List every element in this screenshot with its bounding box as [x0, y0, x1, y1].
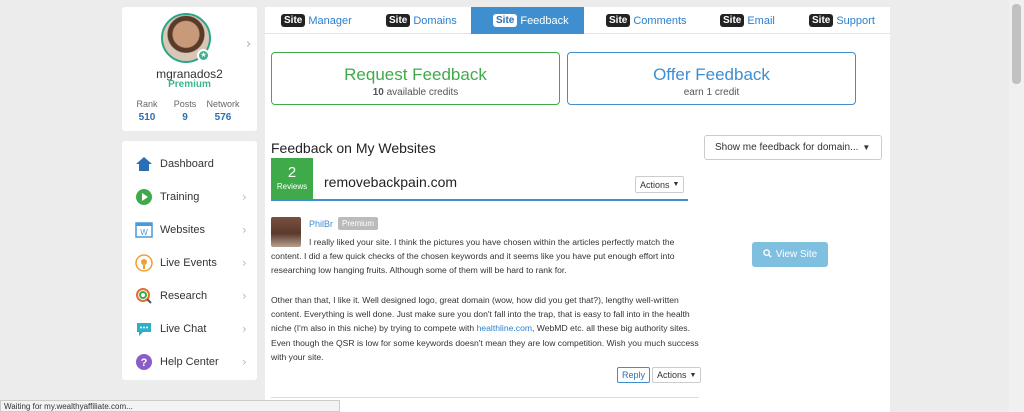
tab-label: Feedback [520, 14, 569, 27]
sidebar-item-label: Research [160, 290, 208, 302]
comment-paragraph: Other than that, I like it. Well designe… [271, 293, 701, 364]
commenter-badge: Premium [338, 217, 379, 230]
help-icon: ? [135, 353, 153, 371]
sidebar-item-label: Websites [160, 224, 206, 236]
actions-label: Actions [657, 370, 687, 380]
caret-down-icon: ▼ [672, 181, 680, 188]
page-scrollbar[interactable] [1009, 0, 1024, 412]
sidebar-nav: Dashboard Training › W Websites › Live E… [122, 141, 257, 380]
tab-label: Comments [633, 14, 687, 27]
stat-value[interactable]: 576 [203, 112, 243, 123]
request-feedback-button[interactable]: Request Feedback 10 available credits [271, 52, 560, 105]
profile-card: ★ › mgranados2 Premium Rank 510 Posts 9 … [122, 7, 257, 131]
search-icon [762, 248, 772, 261]
home-icon [135, 155, 153, 173]
stat-value[interactable]: 9 [165, 112, 205, 123]
chevron-right-icon: › [242, 289, 247, 303]
sidebar-item-label: Live Events [160, 257, 217, 269]
site-pill: Site [281, 14, 306, 27]
site-pill: Site [493, 14, 518, 27]
chevron-right-icon: › [242, 256, 247, 270]
svg-text:?: ? [141, 357, 148, 369]
stat-rank: Rank 510 [127, 99, 167, 123]
reviews-label: Reviews [276, 182, 308, 191]
chevron-right-icon: › [242, 355, 247, 369]
scrollbar-thumb[interactable] [1012, 4, 1021, 84]
caret-down-icon: ▼ [689, 371, 697, 379]
chevron-right-icon: › [242, 190, 247, 204]
tab-label: Manager [308, 14, 352, 27]
stat-value[interactable]: 510 [127, 112, 167, 123]
request-feedback-title: Request Feedback [344, 65, 487, 84]
reply-button[interactable]: Reply [617, 367, 651, 383]
site-pill: Site [809, 14, 834, 27]
offer-feedback-title: Offer Feedback [653, 65, 770, 84]
comment-link[interactable]: healthline.com [477, 323, 532, 333]
sidebar-item-label: Training [160, 191, 200, 203]
tab-feedback[interactable]: Site Feedback [471, 7, 584, 34]
view-site-button[interactable]: View Site [752, 242, 828, 267]
site-tabs: Site Manager Site Domains Site Feedback … [265, 7, 890, 34]
tab-manager[interactable]: Site Manager [281, 7, 352, 34]
comment-actions-button[interactable]: Actions ▼ [652, 367, 702, 383]
site-pill: Site [720, 14, 745, 27]
reviews-count-box: 2 Reviews [271, 158, 313, 200]
play-icon [135, 188, 153, 206]
sidebar-item-research[interactable]: Research › [122, 280, 257, 312]
site-pill: Site [386, 14, 411, 27]
stat-network: Network 576 [203, 99, 243, 123]
sidebar-item-live-events[interactable]: Live Events › [122, 247, 257, 279]
credits-label: available credits [383, 87, 459, 98]
main-panel: Site Manager Site Domains Site Feedback … [265, 7, 890, 412]
chevron-right-icon[interactable]: › [246, 37, 251, 52]
sidebar-item-label: Help Center [160, 356, 219, 368]
section-title: Feedback on My Websites [271, 140, 436, 156]
credits-count: 10 [372, 87, 384, 98]
sidebar-item-label: Dashboard [160, 158, 214, 170]
credits-text: 10 available credits [272, 87, 559, 98]
comment-paragraph: I really liked your site. I think the pi… [271, 237, 675, 276]
tab-label: Email [747, 14, 775, 27]
tab-label: Domains [413, 14, 457, 27]
website-domain[interactable]: removebackpain.com [324, 174, 457, 190]
stat-posts: Posts 9 [165, 99, 205, 123]
commenter-name[interactable]: PhilBr [309, 219, 333, 229]
chevron-right-icon: › [242, 223, 247, 237]
tab-support[interactable]: Site Support [809, 7, 875, 34]
browser-status-bar: Waiting for my.wealthyaffiliate.com... [0, 400, 340, 412]
chevron-right-icon: › [242, 322, 247, 336]
actions-label: Actions [640, 179, 670, 190]
divider [271, 397, 699, 398]
website-actions-button[interactable]: Actions ▼ [635, 176, 685, 193]
stat-label: Rank [136, 99, 158, 109]
sidebar-item-help-center[interactable]: ? Help Center › [122, 346, 257, 378]
domain-filter-label: Show me feedback for domain... [715, 142, 859, 153]
star-icon: ★ [197, 49, 210, 62]
live-events-icon [135, 254, 153, 272]
tab-label: Support [836, 14, 875, 27]
tab-email[interactable]: Site Email [720, 7, 775, 34]
chat-icon [135, 320, 153, 338]
sidebar-item-dashboard[interactable]: Dashboard [122, 148, 257, 180]
website-icon: W [135, 221, 153, 239]
view-site-label: View Site [775, 249, 818, 260]
tab-domains[interactable]: Site Domains [386, 7, 457, 34]
tab-comments[interactable]: Site Comments [606, 7, 687, 34]
stat-label: Network [206, 99, 240, 109]
divider [271, 199, 688, 201]
reviews-count: 2 [287, 164, 297, 181]
offer-feedback-button[interactable]: Offer Feedback earn 1 credit [567, 52, 856, 105]
stat-label: Posts [173, 99, 197, 109]
sidebar-item-training[interactable]: Training › [122, 181, 257, 213]
domain-filter-dropdown[interactable]: Show me feedback for domain... ▼ [704, 135, 882, 160]
svg-text:W: W [140, 228, 148, 237]
sidebar-item-live-chat[interactable]: Live Chat › [122, 313, 257, 345]
caret-down-icon: ▼ [862, 143, 871, 152]
offer-feedback-subtitle: earn 1 credit [683, 87, 740, 98]
sidebar-item-label: Live Chat [160, 323, 207, 335]
membership-badge: Premium [168, 79, 211, 90]
site-pill: Site [606, 14, 631, 27]
sidebar-item-websites[interactable]: W Websites › [122, 214, 257, 246]
research-icon [135, 287, 153, 305]
